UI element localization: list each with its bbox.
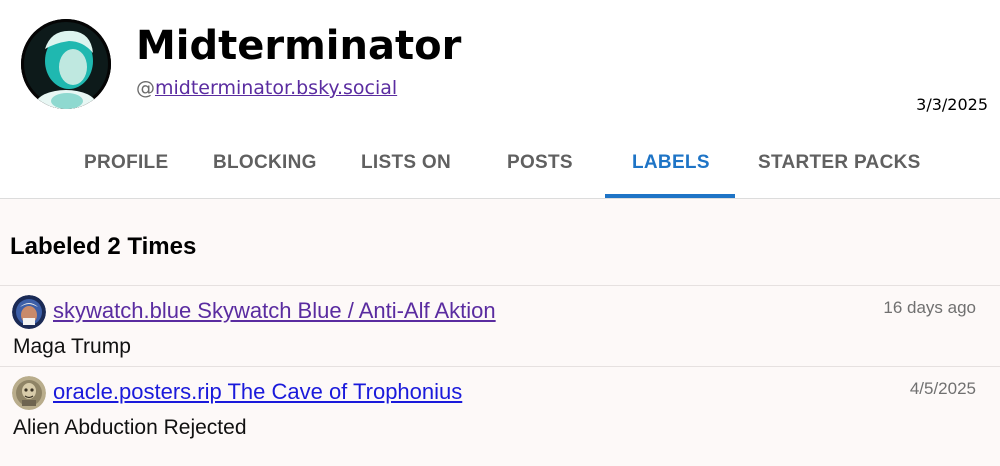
label-item: oracle.posters.rip The Cave of Trophoniu…	[0, 366, 1000, 447]
label-item: skywatch.blue Skywatch Blue / Anti-Alf A…	[0, 285, 1000, 366]
profile-page: Midterminator @midterminator.bsky.social…	[0, 0, 1000, 466]
labeler-link[interactable]: oracle.posters.rip The Cave of Trophoniu…	[53, 379, 462, 405]
labels-count-heading: Labeled 2 Times	[10, 233, 197, 260]
handle-link[interactable]: midterminator.bsky.social	[155, 77, 397, 99]
profile-date: 3/3/2025	[916, 95, 988, 114]
label-value: Maga Trump	[13, 335, 131, 358]
tab-bar: PROFILE BLOCKING LISTS ON POSTS LABELS S…	[0, 140, 1000, 199]
skywatch-avatar-icon[interactable]	[12, 295, 46, 329]
tab-posts[interactable]: POSTS	[507, 140, 573, 198]
tab-blocking[interactable]: BLOCKING	[213, 140, 317, 198]
active-tab-indicator	[605, 194, 735, 198]
label-time: 16 days ago	[883, 298, 976, 317]
portrait-avatar-icon[interactable]	[21, 19, 111, 109]
tab-profile[interactable]: PROFILE	[84, 140, 168, 198]
profile-header: Midterminator @midterminator.bsky.social…	[0, 0, 1000, 140]
display-name: Midterminator	[136, 23, 462, 69]
labeler-link[interactable]: skywatch.blue Skywatch Blue / Anti-Alf A…	[53, 298, 496, 324]
tab-lists-on[interactable]: LISTS ON	[361, 140, 451, 198]
tab-labels[interactable]: LABELS	[632, 140, 710, 198]
oracle-avatar-icon[interactable]	[12, 376, 46, 410]
tab-starter-packs[interactable]: STARTER PACKS	[758, 140, 921, 198]
handle-prefix: @	[136, 77, 155, 99]
labels-panel: Labeled 2 Times skywatch.blue Skywatch B…	[0, 199, 1000, 466]
label-value: Alien Abduction Rejected	[13, 416, 247, 439]
label-time: 4/5/2025	[909, 379, 976, 398]
profile-handle: @midterminator.bsky.social	[136, 77, 397, 99]
